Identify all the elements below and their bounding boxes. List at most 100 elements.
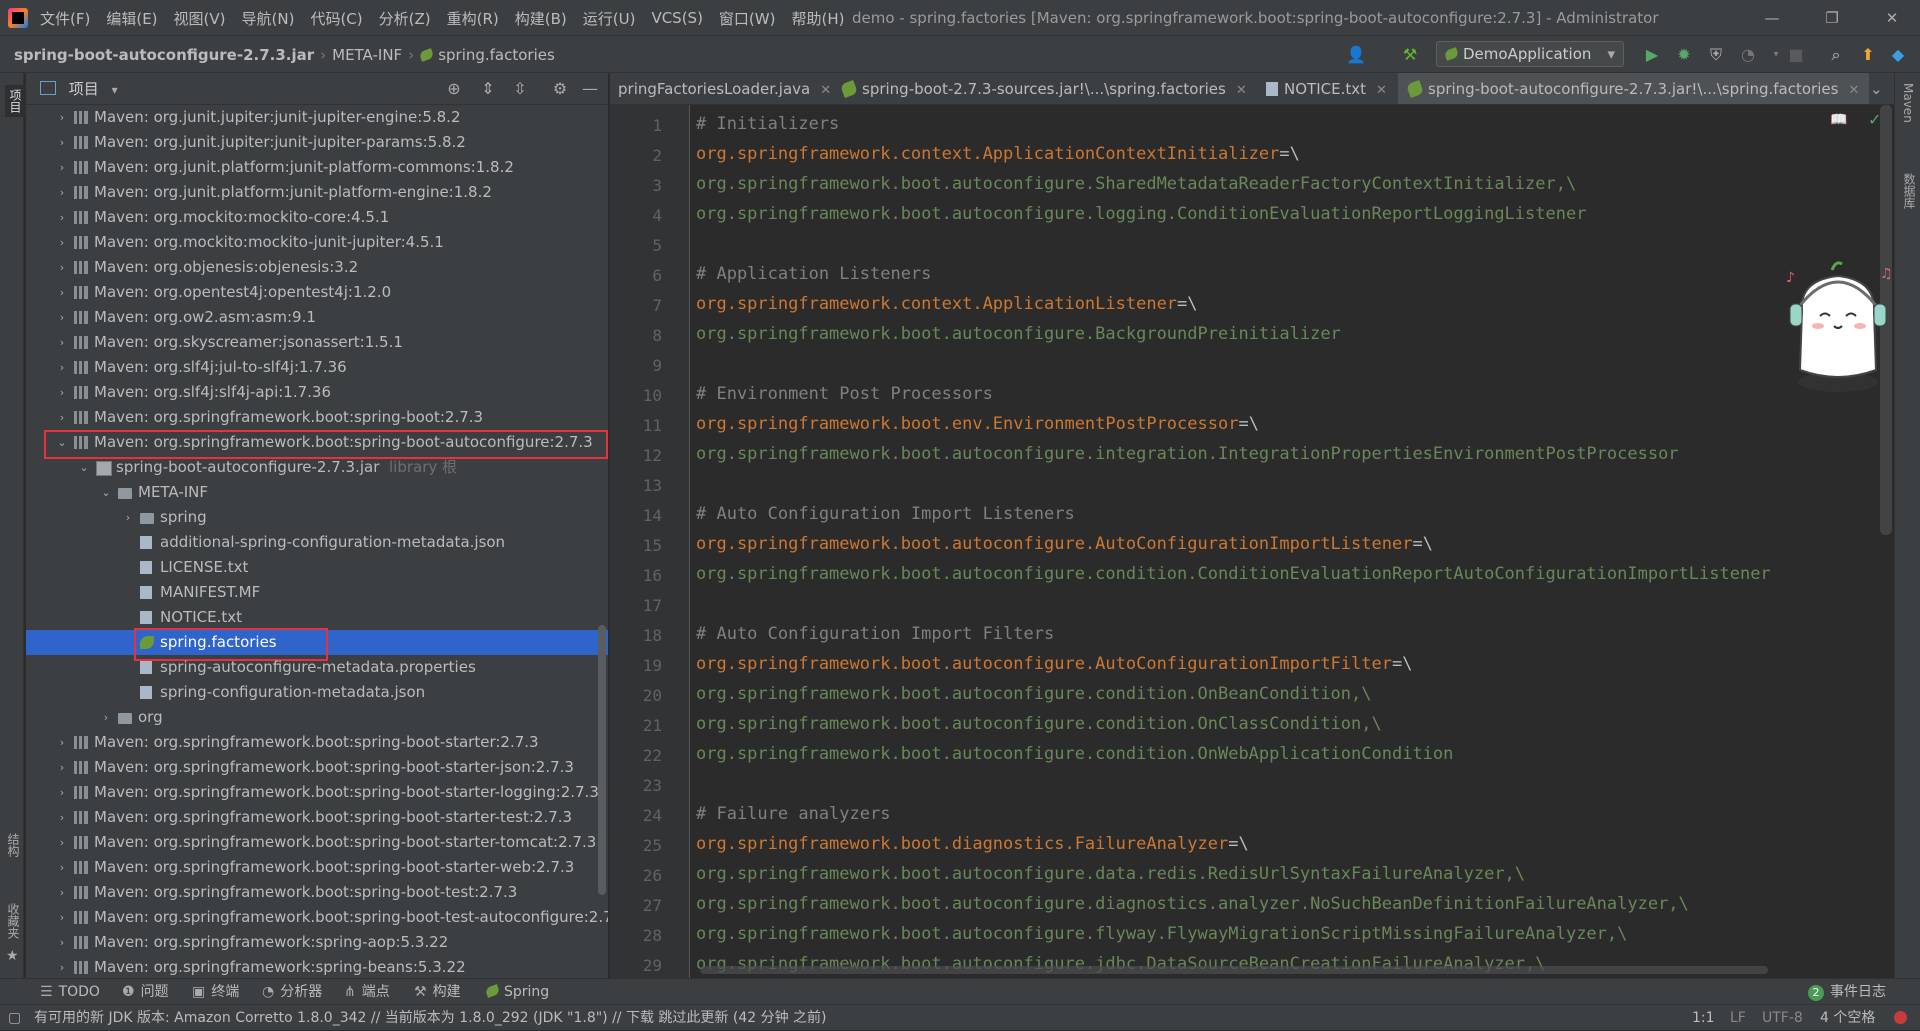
run-configuration-select[interactable]: DemoApplication bbox=[1436, 41, 1624, 67]
toolbox-icon[interactable]: ◆ bbox=[1888, 45, 1908, 65]
indent-setting[interactable]: 4 个空格 bbox=[1820, 1005, 1875, 1031]
terminal-tool-button[interactable]: ▣ 终端 bbox=[192, 979, 239, 1005]
tree-folder-spring[interactable]: › spring bbox=[26, 505, 608, 530]
project-view-selector[interactable]: 项目 ▾ bbox=[40, 73, 118, 105]
tree-maven-library[interactable]: › Maven: org.skyscreamer:jsonassert:1.5.1 bbox=[26, 330, 608, 355]
tree-maven-library[interactable]: › Maven: org.springframework:spring-aop:5… bbox=[26, 930, 608, 955]
spring-tool-button[interactable]: Spring bbox=[484, 979, 549, 1005]
status-message[interactable]: 有可用的新 JDK 版本: Amazon Corretto 1.8.0_342 … bbox=[34, 1005, 827, 1031]
intellij-logo-icon[interactable] bbox=[8, 8, 28, 28]
chevron-right-icon[interactable]: › bbox=[56, 180, 68, 205]
more-run-chevron-icon[interactable]: ▾ bbox=[1766, 45, 1786, 65]
menu-view[interactable]: 视图(V) bbox=[174, 8, 226, 29]
chevron-right-icon[interactable]: › bbox=[56, 355, 68, 380]
chevron-down-icon[interactable]: ⌄ bbox=[78, 455, 90, 480]
chevron-right-icon[interactable]: › bbox=[56, 880, 68, 905]
tree-file-configuration-metadata[interactable]: spring-configuration-metadata.json bbox=[26, 680, 608, 705]
error-indicator-icon[interactable] bbox=[1894, 1005, 1907, 1031]
code-line[interactable]: # Failure analyzers bbox=[696, 804, 890, 824]
code-line[interactable]: # Auto Configuration Import Listeners bbox=[696, 504, 1075, 524]
chevron-right-icon[interactable]: › bbox=[56, 905, 68, 930]
chevron-right-icon[interactable]: › bbox=[56, 205, 68, 230]
code-line[interactable]: org.springframework.boot.autoconfigure.i… bbox=[696, 444, 1679, 464]
code-line[interactable]: org.springframework.boot.autoconfigure.A… bbox=[696, 534, 1433, 554]
chevron-right-icon[interactable]: › bbox=[56, 330, 68, 355]
structure-tool-tab[interactable]: 结构 bbox=[5, 833, 22, 857]
tree-maven-library[interactable]: › Maven: org.objenesis:objenesis:3.2 bbox=[26, 255, 608, 280]
minimize-icon[interactable]: — bbox=[1762, 8, 1782, 28]
tree-file-license[interactable]: LICENSE.txt bbox=[26, 555, 608, 580]
tree-maven-library[interactable]: › Maven: org.mockito:mockito-junit-jupite… bbox=[26, 230, 608, 255]
tree-folder-meta-inf[interactable]: ⌄ META-INF bbox=[26, 480, 608, 505]
tree-maven-library[interactable]: › Maven: org.springframework.boot:spring-… bbox=[26, 780, 608, 805]
tree-maven-library[interactable]: › Maven: org.springframework.boot:spring-… bbox=[26, 830, 608, 855]
chevron-right-icon[interactable]: › bbox=[56, 155, 68, 180]
menu-file[interactable]: 文件(F) bbox=[40, 8, 90, 29]
user-icon[interactable]: 👤 bbox=[1346, 45, 1366, 65]
close-tab-icon[interactable]: ✕ bbox=[1236, 83, 1247, 98]
close-tab-icon[interactable]: ✕ bbox=[1376, 83, 1387, 98]
chevron-right-icon[interactable]: › bbox=[56, 130, 68, 155]
restore-icon[interactable]: ❐ bbox=[1822, 8, 1842, 28]
code-line[interactable]: org.springframework.boot.autoconfigure.A… bbox=[696, 654, 1412, 674]
chevron-right-icon[interactable]: › bbox=[56, 780, 68, 805]
file-encoding[interactable]: UTF-8 bbox=[1762, 1005, 1803, 1031]
code-editor[interactable]: # Initializers org.springframework.contex… bbox=[690, 105, 1880, 978]
database-tool-tab[interactable]: 数据库 bbox=[1901, 173, 1918, 209]
menu-build[interactable]: 构建(B) bbox=[515, 8, 567, 29]
tree-maven-library[interactable]: › Maven: org.ow2.asm:asm:9.1 bbox=[26, 305, 608, 330]
tab-autoconfigure-factories[interactable]: spring-boot-autoconfigure-2.7.3.jar!\...… bbox=[1398, 73, 1870, 104]
code-line[interactable]: # Environment Post Processors bbox=[696, 384, 993, 404]
coverage-icon[interactable]: ⛨ bbox=[1706, 45, 1726, 65]
code-line[interactable]: org.springframework.boot.autoconfigure.c… bbox=[696, 564, 1771, 584]
breadcrumb-jar[interactable]: spring-boot-autoconfigure-2.7.3.jar bbox=[14, 46, 314, 64]
menu-help[interactable]: 帮助(H) bbox=[791, 8, 844, 29]
code-line[interactable]: # Initializers bbox=[696, 114, 839, 134]
menu-vcs[interactable]: VCS(S) bbox=[651, 9, 702, 27]
chevron-right-icon[interactable]: › bbox=[56, 405, 68, 430]
tree-maven-library[interactable]: › Maven: org.springframework.boot:spring-… bbox=[26, 730, 608, 755]
code-line[interactable]: org.springframework.boot.autoconfigure.d… bbox=[696, 894, 1689, 914]
tab-spring-factories-loader[interactable]: pringFactoriesLoader.java ✕ bbox=[618, 73, 831, 104]
tree-file-notice[interactable]: NOTICE.txt bbox=[26, 605, 608, 630]
maven-tool-tab[interactable]: Maven bbox=[1901, 83, 1915, 123]
menu-edit[interactable]: 编辑(E) bbox=[106, 8, 157, 29]
update-icon[interactable]: ⬆ bbox=[1858, 45, 1878, 65]
tree-maven-library[interactable]: › Maven: org.opentest4j:opentest4j:1.2.0 bbox=[26, 280, 608, 305]
chevron-right-icon[interactable]: › bbox=[56, 805, 68, 830]
run-icon[interactable]: ▶ bbox=[1642, 45, 1662, 65]
chevron-right-icon[interactable]: › bbox=[56, 105, 68, 130]
tree-maven-library[interactable]: › Maven: org.junit.jupiter:junit-jupiter-… bbox=[26, 130, 608, 155]
tree-maven-library[interactable]: › Maven: org.junit.platform:junit-platfor… bbox=[26, 155, 608, 180]
code-line[interactable]: org.springframework.context.ApplicationC… bbox=[696, 144, 1300, 164]
tree-maven-library[interactable]: › Maven: org.slf4j:slf4j-api:1.7.36 bbox=[26, 380, 608, 405]
code-line[interactable]: org.springframework.boot.autoconfigure.c… bbox=[696, 744, 1453, 764]
locate-crosshair-icon[interactable]: ⊕ bbox=[444, 79, 464, 99]
tab-notice[interactable]: NOTICE.txt ✕ bbox=[1266, 73, 1387, 104]
tree-maven-library[interactable]: › Maven: org.springframework.boot:spring-… bbox=[26, 905, 608, 930]
chevron-right-icon[interactable]: › bbox=[56, 830, 68, 855]
code-line[interactable]: org.springframework.boot.autoconfigure.B… bbox=[696, 324, 1341, 344]
chevron-down-icon[interactable]: ⌄ bbox=[100, 480, 112, 505]
tree-file-manifest[interactable]: MANIFEST.MF bbox=[26, 580, 608, 605]
profile-icon[interactable]: ◔ bbox=[1738, 45, 1758, 65]
collapse-all-icon[interactable]: ⇳ bbox=[510, 79, 530, 99]
tree-maven-library[interactable]: › Maven: org.springframework.boot:spring-… bbox=[26, 805, 608, 830]
chevron-right-icon[interactable]: › bbox=[100, 705, 112, 730]
tabs-overflow-chevron-icon[interactable]: ⌄ bbox=[1870, 73, 1883, 104]
chevron-right-icon[interactable]: › bbox=[56, 230, 68, 255]
gear-icon[interactable]: ⚙ bbox=[550, 79, 570, 99]
code-line[interactable]: org.springframework.boot.autoconfigure.l… bbox=[696, 204, 1586, 224]
tree-maven-library[interactable]: › Maven: org.springframework.boot:spring-… bbox=[26, 755, 608, 780]
expand-all-icon[interactable]: ⇕ bbox=[478, 79, 498, 99]
close-icon[interactable]: ✕ bbox=[1882, 8, 1902, 28]
code-line[interactable]: org.springframework.boot.autoconfigure.d… bbox=[696, 864, 1525, 884]
caret-position[interactable]: 1:1 bbox=[1692, 1005, 1715, 1031]
menu-code[interactable]: 代码(C) bbox=[310, 8, 362, 29]
chevron-right-icon[interactable]: › bbox=[56, 855, 68, 880]
tab-spring-boot-sources-factories[interactable]: spring-boot-2.7.3-sources.jar!\...\sprin… bbox=[840, 73, 1247, 104]
code-line[interactable]: org.springframework.boot.autoconfigure.S… bbox=[696, 174, 1576, 194]
chevron-right-icon[interactable]: › bbox=[56, 955, 68, 978]
breadcrumb-meta-inf[interactable]: META-INF bbox=[332, 46, 402, 64]
close-tab-icon[interactable]: ✕ bbox=[1848, 83, 1859, 98]
